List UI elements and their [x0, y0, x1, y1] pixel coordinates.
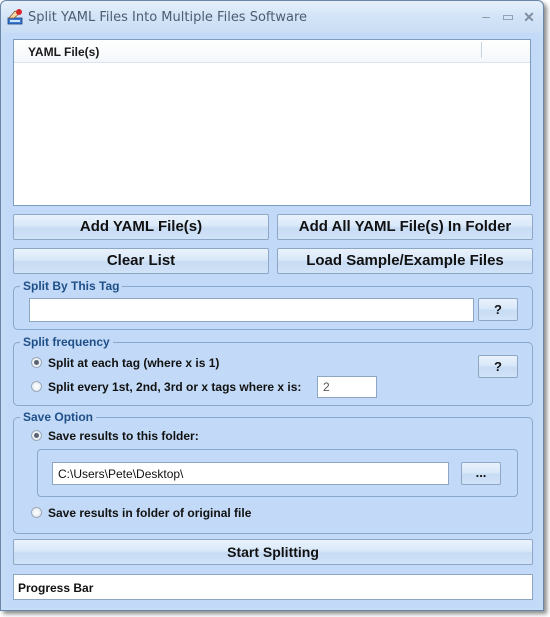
clear-list-label: Clear List: [106, 252, 176, 269]
progress-bar: Progress Bar: [13, 574, 533, 600]
app-window: Split YAML Files Into Multiple Files Sof…: [0, 0, 544, 611]
window-title: Split YAML Files Into Multiple Files Sof…: [28, 10, 308, 25]
split-tag-group: Split By This Tag ?: [13, 279, 533, 330]
split-tag-input[interactable]: [29, 298, 474, 322]
radio-split-each-tag-label: Split at each tag (where x is 1): [48, 356, 220, 370]
split-frequency-help-button[interactable]: ?: [478, 355, 518, 378]
load-sample-button[interactable]: Load Sample/Example Files: [277, 248, 533, 274]
radio-button-checked[interactable]: [31, 430, 42, 441]
save-option-group: Save Option Save results to this folder:…: [13, 410, 533, 534]
radio-save-original-folder-label: Save results in folder of original file: [48, 506, 252, 520]
start-splitting-button[interactable]: Start Splitting: [13, 539, 533, 565]
help-label: ?: [494, 302, 502, 317]
column-header-yaml-files[interactable]: YAML File(s): [28, 45, 99, 59]
client-area: YAML File(s) Add YAML File(s) Add All YA…: [5, 33, 539, 607]
folder-path-box: ...: [37, 449, 518, 497]
add-files-button[interactable]: Add YAML File(s): [13, 214, 269, 240]
add-folder-button[interactable]: Add All YAML File(s) In Folder: [277, 214, 533, 240]
add-folder-label: Add All YAML File(s) In Folder: [298, 218, 512, 235]
radio-split-every-x-label: Split every 1st, 2nd, 3rd or x tags wher…: [48, 380, 302, 394]
app-icon: [7, 9, 23, 25]
folder-path-input[interactable]: [52, 462, 449, 485]
split-tag-help-button[interactable]: ?: [478, 298, 518, 321]
minimize-button[interactable]: –: [476, 9, 496, 25]
column-separator[interactable]: [481, 42, 482, 58]
radio-save-to-folder-label: Save results to this folder:: [48, 429, 199, 443]
close-button[interactable]: ✕: [519, 9, 539, 25]
file-list-header: YAML File(s): [14, 40, 530, 63]
split-frequency-label: Split frequency: [20, 335, 113, 349]
radio-button[interactable]: [31, 507, 42, 518]
clear-list-button[interactable]: Clear List: [13, 248, 269, 274]
radio-button-checked[interactable]: [31, 357, 42, 368]
title-bar[interactable]: Split YAML Files Into Multiple Files Sof…: [1, 1, 543, 33]
load-sample-label: Load Sample/Example Files: [306, 252, 504, 269]
add-files-label: Add YAML File(s): [79, 218, 203, 235]
x-value-input[interactable]: [317, 376, 377, 398]
file-list[interactable]: YAML File(s): [13, 39, 531, 206]
save-option-label: Save Option: [20, 410, 97, 424]
browse-folder-button[interactable]: ...: [461, 462, 501, 485]
browse-label: ...: [475, 465, 487, 480]
progress-bar-label: Progress Bar: [18, 581, 94, 595]
help-label: ?: [494, 359, 502, 374]
split-tag-label: Split By This Tag: [20, 279, 123, 293]
start-splitting-label: Start Splitting: [227, 544, 319, 560]
radio-button[interactable]: [31, 381, 42, 392]
split-frequency-group: Split frequency Split at each tag (where…: [13, 335, 533, 406]
maximize-button[interactable]: ▭: [498, 9, 518, 25]
